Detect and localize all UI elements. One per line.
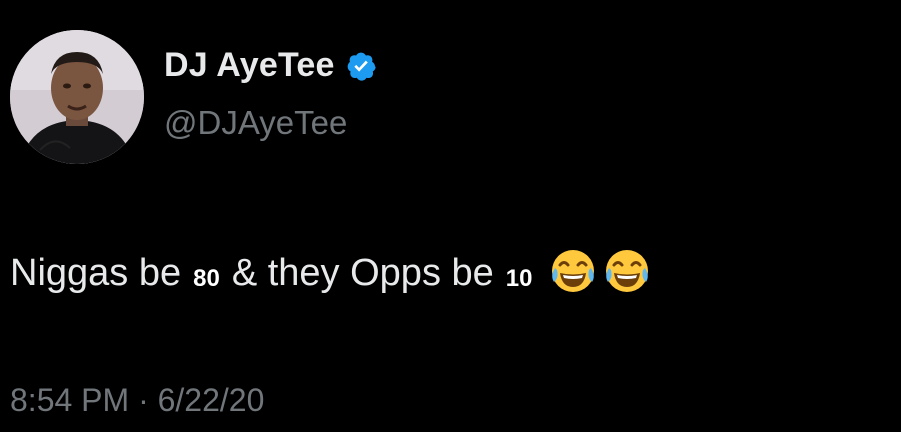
avatar[interactable] [10, 30, 144, 164]
author-handle[interactable]: @DJAyeTee [164, 104, 347, 142]
author-name-row: DJ AyeTee [164, 46, 377, 85]
tweet-number-1: 80 [193, 265, 220, 292]
face-with-tears-of-joy-icon [548, 246, 598, 296]
tweet-number-2: 10 [505, 265, 533, 292]
tweet-text: Niggas be 80 & they Opps be 10 [10, 248, 652, 298]
tweet-text-part-1: Niggas be [10, 251, 182, 294]
tweet-timestamp[interactable]: 8:54 PM · 6/22/20 [10, 382, 264, 419]
tweet-text-part-2: & they Opps be [231, 251, 494, 294]
display-name[interactable]: DJ AyeTee [164, 46, 335, 85]
verified-badge-icon [345, 50, 377, 82]
face-with-tears-of-joy-icon [602, 246, 652, 296]
